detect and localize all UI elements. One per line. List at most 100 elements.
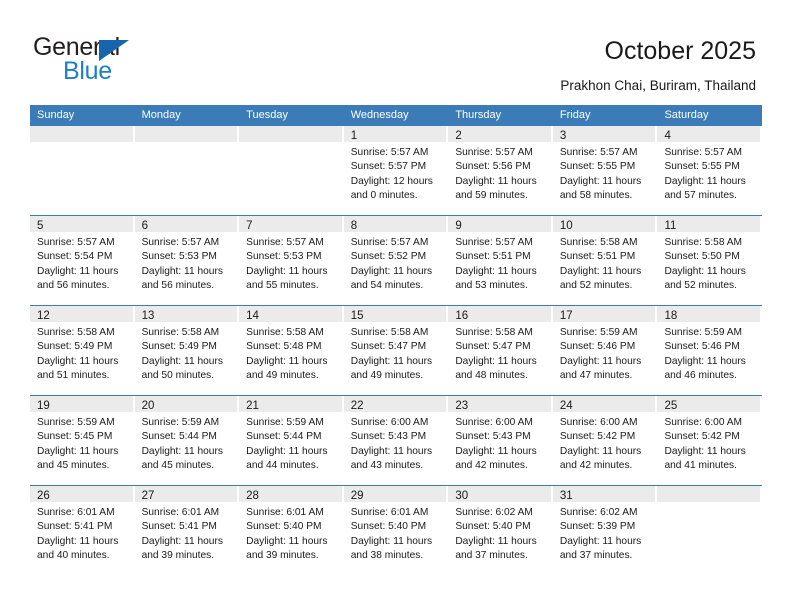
daylight-text-line2: and 0 minutes. — [350, 190, 418, 202]
daylight-text-line1: Daylight: 11 hours — [559, 535, 642, 547]
daylight-text-line1: Daylight: 11 hours — [350, 445, 433, 457]
sunset-text: Sunset: 5:53 PM — [141, 251, 217, 263]
day-cell[interactable]: 7 Sunrise: 5:57 AM Sunset: 5:53 PM Dayli… — [239, 216, 344, 305]
sunset-text: Sunset: 5:44 PM — [246, 431, 322, 443]
daylight-text-line1: Daylight: 11 hours — [664, 265, 746, 277]
daylight-text-line1: Daylight: 11 hours — [664, 175, 746, 187]
sunrise-text: Sunrise: 6:01 AM — [246, 507, 324, 518]
day-cell[interactable]: 19 Sunrise: 5:59 AM Sunset: 5:45 PM Dayl… — [30, 396, 135, 485]
sunset-text: Sunset: 5:47 PM — [350, 341, 427, 353]
day-cell[interactable]: 29 Sunrise: 6:01 AM Sunset: 5:40 PM Dayl… — [343, 486, 449, 575]
sunrise-text: Sunrise: 6:00 AM — [664, 417, 743, 428]
brand-logo[interactable]: General Blue — [33, 33, 203, 85]
day-cell[interactable] — [134, 126, 240, 215]
day-cell[interactable]: 6 Sunrise: 5:57 AM Sunset: 5:53 PM Dayli… — [134, 216, 240, 305]
daylight-text-line2: and 43 minutes. — [350, 460, 424, 472]
day-number: 2 — [455, 130, 462, 142]
daylight-text-line1: Daylight: 11 hours — [664, 445, 746, 457]
day-cell[interactable]: 18 Sunrise: 5:59 AM Sunset: 5:46 PM Dayl… — [657, 306, 762, 395]
daylight-text-line2: and 53 minutes. — [455, 280, 528, 292]
day-cell[interactable]: 9 Sunrise: 5:57 AM Sunset: 5:51 PM Dayli… — [448, 216, 553, 305]
sunrise-text: Sunrise: 6:02 AM — [455, 507, 533, 518]
weekday-header-wednesday: Wednesday — [350, 109, 409, 121]
sunrise-text: Sunrise: 5:57 AM — [664, 147, 743, 158]
day-cell[interactable]: 3 Sunrise: 5:57 AM Sunset: 5:55 PM Dayli… — [552, 126, 658, 215]
day-cell[interactable]: 26 Sunrise: 6:01 AM Sunset: 5:41 PM Dayl… — [30, 486, 135, 575]
daylight-text-line2: and 46 minutes. — [664, 370, 737, 382]
day-cell[interactable]: 4 Sunrise: 5:57 AM Sunset: 5:55 PM Dayli… — [657, 126, 762, 215]
day-cell[interactable]: 21 Sunrise: 5:59 AM Sunset: 5:44 PM Dayl… — [239, 396, 344, 485]
day-number: 29 — [350, 490, 364, 502]
day-cell[interactable]: 13 Sunrise: 5:58 AM Sunset: 5:49 PM Dayl… — [134, 306, 240, 395]
day-cell[interactable]: 15 Sunrise: 5:58 AM Sunset: 5:47 PM Dayl… — [343, 306, 449, 395]
sunrise-text: Sunrise: 5:59 AM — [37, 417, 115, 428]
daylight-text-line2: and 52 minutes. — [664, 280, 737, 292]
sunrise-text: Sunrise: 5:59 AM — [664, 327, 743, 338]
sunrise-text: Sunrise: 6:01 AM — [141, 507, 220, 518]
day-cell[interactable]: 27 Sunrise: 6:01 AM Sunset: 5:41 PM Dayl… — [134, 486, 240, 575]
sunset-text: Sunset: 5:55 PM — [559, 161, 636, 173]
sunset-text: Sunset: 5:46 PM — [664, 341, 740, 353]
day-cell[interactable]: 28 Sunrise: 6:01 AM Sunset: 5:40 PM Dayl… — [239, 486, 344, 575]
daylight-text-line1: Daylight: 11 hours — [37, 355, 119, 367]
day-cell[interactable]: 11 Sunrise: 5:58 AM Sunset: 5:50 PM Dayl… — [657, 216, 762, 305]
day-cell[interactable]: 12 Sunrise: 5:58 AM Sunset: 5:49 PM Dayl… — [30, 306, 135, 395]
daylight-text-line1: Daylight: 11 hours — [246, 535, 328, 547]
day-cell[interactable]: 25 Sunrise: 6:00 AM Sunset: 5:42 PM Dayl… — [657, 396, 762, 485]
daylight-text-line1: Daylight: 11 hours — [559, 175, 642, 187]
day-number: 28 — [246, 490, 259, 502]
day-cell[interactable]: 16 Sunrise: 5:58 AM Sunset: 5:47 PM Dayl… — [448, 306, 553, 395]
day-cell[interactable]: 17 Sunrise: 5:59 AM Sunset: 5:46 PM Dayl… — [552, 306, 658, 395]
sunset-text: Sunset: 5:44 PM — [141, 431, 217, 443]
day-cell[interactable]: 23 Sunrise: 6:00 AM Sunset: 5:43 PM Dayl… — [448, 396, 553, 485]
day-cell[interactable]: 31 Sunrise: 6:02 AM Sunset: 5:39 PM Dayl… — [552, 486, 658, 575]
sunrise-text: Sunrise: 5:57 AM — [455, 147, 533, 158]
day-cell[interactable]: 10 Sunrise: 5:58 AM Sunset: 5:51 PM Dayl… — [552, 216, 658, 305]
day-cell[interactable]: 2 Sunrise: 5:57 AM Sunset: 5:56 PM Dayli… — [448, 126, 553, 215]
daylight-text-line2: and 37 minutes. — [559, 550, 633, 562]
day-cell[interactable]: 30 Sunrise: 6:02 AM Sunset: 5:40 PM Dayl… — [448, 486, 553, 575]
daylight-text-line1: Daylight: 11 hours — [141, 445, 223, 457]
day-cell[interactable]: 1 Sunrise: 5:57 AM Sunset: 5:57 PM Dayli… — [343, 126, 449, 215]
daylight-text-line2: and 56 minutes. — [37, 280, 110, 292]
daylight-text-line2: and 55 minutes. — [246, 280, 319, 292]
day-cell[interactable] — [30, 126, 135, 215]
day-cell[interactable]: 14 Sunrise: 5:58 AM Sunset: 5:48 PM Dayl… — [239, 306, 344, 395]
day-cell[interactable] — [657, 486, 762, 575]
calendar-page: General Blue October 2025 Prakhon Chai, … — [0, 0, 792, 612]
sunset-text: Sunset: 5:49 PM — [37, 341, 113, 353]
sunset-text: Sunset: 5:43 PM — [350, 431, 427, 443]
day-cell[interactable]: 20 Sunrise: 5:59 AM Sunset: 5:44 PM Dayl… — [134, 396, 240, 485]
sunrise-text: Sunrise: 5:58 AM — [37, 327, 115, 338]
day-number: 6 — [141, 220, 148, 232]
sunset-text: Sunset: 5:48 PM — [246, 341, 322, 353]
weekday-header-saturday: Saturday — [664, 109, 709, 121]
day-cell[interactable]: 22 Sunrise: 6:00 AM Sunset: 5:43 PM Dayl… — [343, 396, 449, 485]
day-number: 20 — [141, 400, 155, 412]
calendar-week-row: 1 Sunrise: 5:57 AM Sunset: 5:57 PM Dayli… — [30, 125, 762, 215]
daylight-text-line1: Daylight: 12 hours — [350, 175, 433, 187]
sunset-text: Sunset: 5:42 PM — [559, 431, 636, 443]
daylight-text-line2: and 42 minutes. — [559, 460, 633, 472]
day-number: 25 — [664, 400, 678, 412]
sunset-text: Sunset: 5:54 PM — [37, 251, 113, 263]
daylight-text-line1: Daylight: 11 hours — [246, 355, 328, 367]
sunset-text: Sunset: 5:55 PM — [664, 161, 740, 173]
sunset-text: Sunset: 5:53 PM — [246, 251, 322, 263]
day-number: 11 — [664, 220, 677, 232]
page-title: October 2025 — [604, 37, 757, 65]
daylight-text-line1: Daylight: 11 hours — [37, 265, 119, 277]
day-cell[interactable]: 5 Sunrise: 5:57 AM Sunset: 5:54 PM Dayli… — [30, 216, 135, 305]
daylight-text-line1: Daylight: 11 hours — [559, 265, 642, 277]
daylight-text-line2: and 51 minutes. — [37, 370, 110, 382]
day-cell[interactable]: 8 Sunrise: 5:57 AM Sunset: 5:52 PM Dayli… — [343, 216, 449, 305]
day-cell[interactable]: 24 Sunrise: 6:00 AM Sunset: 5:42 PM Dayl… — [552, 396, 658, 485]
day-number: 15 — [350, 310, 364, 322]
sunset-text: Sunset: 5:39 PM — [559, 521, 636, 533]
sunrise-text: Sunrise: 6:02 AM — [559, 507, 638, 518]
day-cell[interactable] — [239, 126, 344, 215]
sunset-text: Sunset: 5:45 PM — [37, 431, 113, 443]
sunset-text: Sunset: 5:51 PM — [559, 251, 636, 263]
weekday-header-sunday: Sunday — [37, 109, 75, 121]
sunset-text: Sunset: 5:41 PM — [37, 521, 113, 533]
